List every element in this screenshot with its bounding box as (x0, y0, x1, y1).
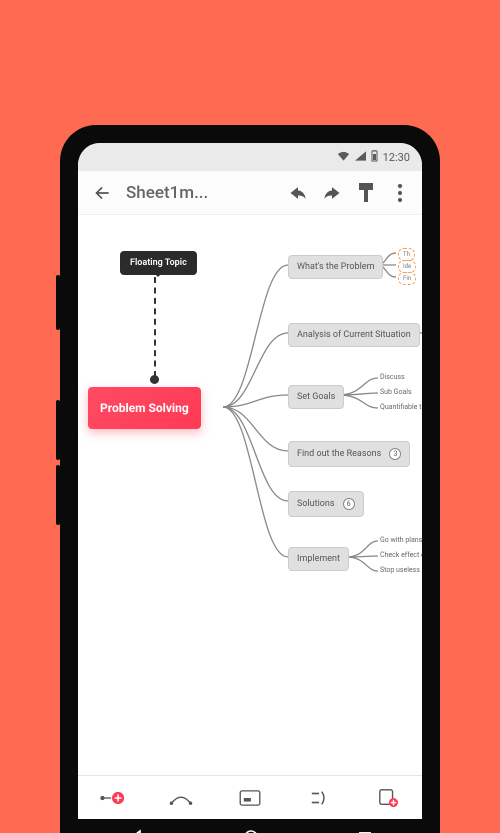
format-button[interactable] (354, 181, 378, 205)
status-bar: 12:30 (78, 143, 422, 171)
nav-recent-button[interactable] (358, 830, 372, 833)
nav-back-button[interactable] (128, 829, 144, 833)
sheet-title: Sheet1m... (118, 183, 286, 203)
sub-topic[interactable]: Sub Goals (380, 388, 412, 396)
floating-topic-connector (154, 277, 156, 377)
bottom-toolbar (78, 775, 422, 819)
battery-icon (371, 150, 378, 165)
mindmap-canvas[interactable]: Floating Topic Problem Solving What's th… (78, 215, 422, 775)
topic-node[interactable]: Analysis of Current Situation (288, 323, 420, 347)
root-topic-node[interactable]: Problem Solving (88, 387, 201, 429)
floating-topic-anchor (150, 375, 159, 384)
status-time: 12:30 (383, 151, 410, 164)
undo-button[interactable] (286, 181, 310, 205)
topic-node[interactable]: Implement (288, 547, 349, 571)
sub-topic[interactable]: Check effect of (380, 551, 422, 559)
android-nav-bar (78, 819, 422, 833)
add-sub-topic-button[interactable] (78, 776, 147, 819)
add-relationship-button[interactable] (147, 776, 216, 819)
more-button[interactable] (388, 181, 412, 205)
add-summary-button[interactable] (284, 776, 353, 819)
sub-topic[interactable]: Fin (398, 272, 416, 285)
sub-topic[interactable]: Discuss (380, 373, 405, 381)
topic-label: Find out the Reasons (297, 449, 381, 459)
topic-node[interactable]: What's the Problem (288, 255, 383, 279)
add-boundary-button[interactable] (216, 776, 285, 819)
sub-topic[interactable]: Stop useless so (380, 566, 422, 574)
wifi-icon (337, 151, 350, 164)
topic-node[interactable]: Set Goals (288, 385, 344, 409)
cellular-icon (355, 151, 366, 164)
back-button[interactable] (86, 183, 118, 203)
redo-button[interactable] (320, 181, 344, 205)
floating-topic-node[interactable]: Floating Topic (120, 251, 197, 275)
sub-topic[interactable]: Go with plans (380, 536, 422, 544)
topic-label: Solutions (297, 499, 335, 509)
sub-topic[interactable]: Quantifiable targe (380, 403, 422, 411)
nav-home-button[interactable] (243, 829, 259, 833)
child-count-badge: 6 (343, 498, 355, 510)
topic-node[interactable]: Solutions 6 (288, 491, 364, 517)
child-count-badge: 3 (389, 448, 401, 460)
add-marker-button[interactable] (353, 776, 422, 819)
phone-frame: 12:30 Sheet1m... (60, 125, 440, 833)
top-app-bar: Sheet1m... (78, 171, 422, 215)
topic-node[interactable]: Find out the Reasons 3 (288, 441, 410, 467)
